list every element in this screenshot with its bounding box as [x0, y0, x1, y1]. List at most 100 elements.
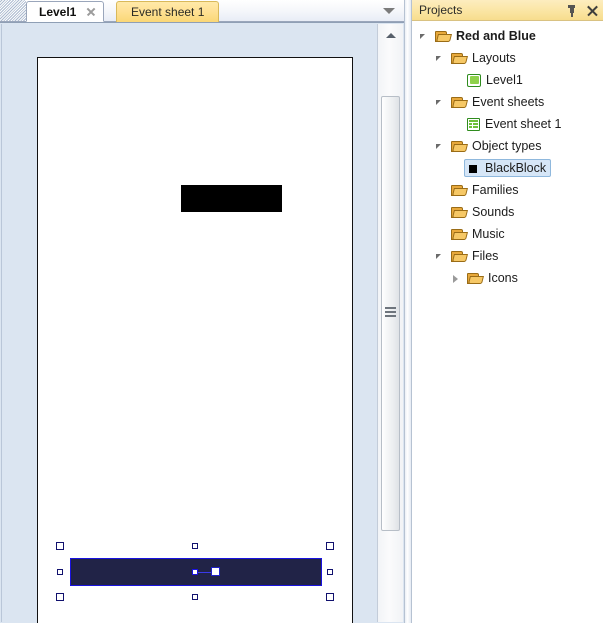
chevron-down-icon[interactable] — [380, 3, 398, 19]
close-icon[interactable] — [85, 6, 97, 18]
pin-icon[interactable] — [565, 4, 578, 17]
blackblock-icon — [467, 162, 480, 175]
panel-splitter[interactable] — [404, 0, 412, 623]
black-square — [469, 164, 477, 173]
scroll-up-arrow-glyph — [385, 32, 396, 38]
sheet-column-divider — [471, 122, 473, 129]
tree-item-label: Icons — [488, 271, 518, 285]
tree-item-layouts[interactable]: Layouts — [412, 47, 603, 69]
editor-tab-strip: Level1 Event sheet 1 — [0, 0, 404, 22]
chevron-down-icon[interactable] — [434, 250, 447, 263]
close-icon[interactable] — [586, 4, 599, 17]
tree-item-label: BlackBlock — [485, 161, 547, 175]
projects-panel-header: Projects — [412, 0, 603, 21]
selection-handle-middle-left[interactable] — [57, 569, 63, 575]
folder-front — [452, 99, 468, 108]
canvas-vertical-scrollbar[interactable] — [377, 24, 403, 622]
tab-level1[interactable]: Level1 — [26, 1, 105, 22]
projects-panel: Projects Red and Blue Layouts Level1 Event … — [412, 0, 603, 623]
tab-event-sheet-1[interactable]: Event sheet 1 — [116, 1, 220, 22]
tree-node[interactable]: Event sheets — [448, 93, 549, 111]
sheet-icon — [467, 117, 480, 131]
tree-node[interactable]: Level1 — [464, 71, 528, 89]
tree-item-label: Music — [472, 227, 505, 241]
tab-event-sheet-1-label: Event sheet 1 — [131, 5, 205, 19]
chevron-down-glyph — [383, 8, 395, 14]
tree-item-label: Layouts — [472, 51, 516, 65]
tree-item-label: Files — [472, 249, 499, 263]
projects-header-buttons — [565, 0, 599, 21]
tree-item-blackblock[interactable]: BlackBlock — [412, 157, 603, 179]
folder-icon — [451, 206, 468, 219]
tree-node[interactable]: Sounds — [448, 203, 519, 221]
tree-node[interactable]: Object types — [448, 137, 546, 155]
project-tree[interactable]: Red and Blue Layouts Level1 Event sheets Eve… — [412, 21, 603, 289]
tree-item-level1[interactable]: Level1 — [412, 69, 603, 91]
folder-front — [452, 253, 468, 262]
chevron-down-icon[interactable] — [434, 96, 447, 109]
layout-canvas-viewport[interactable] — [0, 22, 404, 623]
folder-icon — [451, 140, 468, 153]
chevron-right-icon[interactable] — [450, 272, 463, 285]
folder-front — [452, 143, 468, 152]
scrollbar-grip-line — [385, 307, 396, 309]
scroll-up-arrow-icon[interactable] — [378, 24, 403, 46]
layout-icon-inner — [469, 76, 479, 84]
selection-handle-bottom-right[interactable] — [326, 593, 334, 601]
folder-front — [468, 275, 484, 284]
tree-item-red-and-blue[interactable]: Red and Blue — [412, 25, 603, 47]
selection-handle-top-left[interactable] — [56, 542, 64, 550]
projects-panel-title: Projects — [419, 3, 463, 17]
folder-icon — [451, 250, 468, 263]
tree-node[interactable]: Files — [448, 247, 503, 265]
canvas-object-black-block[interactable] — [181, 185, 282, 212]
selection-handle-bottom-left[interactable] — [56, 593, 64, 601]
tree-item-event-sheet-1[interactable]: Event sheet 1 — [412, 113, 603, 135]
pin-tip — [571, 13, 573, 17]
tree-item-music[interactable]: Music — [412, 223, 603, 245]
tree-item-label: Level1 — [486, 73, 523, 87]
tree-node[interactable]: Layouts — [448, 49, 521, 67]
app-window: Level1 Event sheet 1 Projects Red and Bl… — [0, 0, 603, 623]
tree-item-files[interactable]: Files — [412, 245, 603, 267]
tree-item-event-sheets[interactable]: Event sheets — [412, 91, 603, 113]
tree-item-families[interactable]: Families — [412, 179, 603, 201]
tab-strip-corner-hatch — [0, 0, 26, 21]
sheet-row — [469, 120, 478, 122]
rotation-handle[interactable] — [211, 567, 220, 576]
tree-node-selected[interactable]: BlackBlock — [464, 159, 552, 177]
tree-item-object-types[interactable]: Object types — [412, 135, 603, 157]
layout-page[interactable] — [37, 57, 353, 623]
tree-node[interactable]: Event sheet 1 — [464, 115, 566, 133]
selection-handle-top-right[interactable] — [326, 542, 334, 550]
sheet-row — [469, 126, 478, 128]
scrollbar-grip-line — [385, 315, 396, 317]
tree-node[interactable]: Music — [448, 225, 510, 243]
tree-item-sounds[interactable]: Sounds — [412, 201, 603, 223]
sheet-row — [469, 123, 478, 125]
chevron-down-icon[interactable] — [434, 140, 447, 153]
scrollbar-thumb[interactable] — [381, 96, 400, 531]
folder-front — [452, 209, 468, 218]
tree-item-icons[interactable]: Icons — [412, 267, 603, 289]
folder-icon — [467, 272, 484, 285]
folder-icon — [451, 228, 468, 241]
tree-node[interactable]: Icons — [464, 269, 523, 287]
folder-icon — [451, 184, 468, 197]
tree-node[interactable]: Red and Blue — [432, 27, 541, 45]
selection-handle-middle-right[interactable] — [327, 569, 333, 575]
layout-icon — [467, 73, 481, 87]
canvas-inner-frame — [1, 24, 375, 623]
tree-item-label: Families — [472, 183, 519, 197]
selection-handle-bottom-center[interactable] — [192, 594, 198, 600]
selection-handle-top-center[interactable] — [192, 543, 198, 549]
tree-node[interactable]: Families — [448, 181, 524, 199]
folder-icon — [451, 96, 468, 109]
chevron-down-icon[interactable] — [418, 30, 431, 43]
folder-front — [436, 33, 452, 42]
chevron-down-icon[interactable] — [434, 52, 447, 65]
tree-item-label: Red and Blue — [456, 29, 536, 43]
